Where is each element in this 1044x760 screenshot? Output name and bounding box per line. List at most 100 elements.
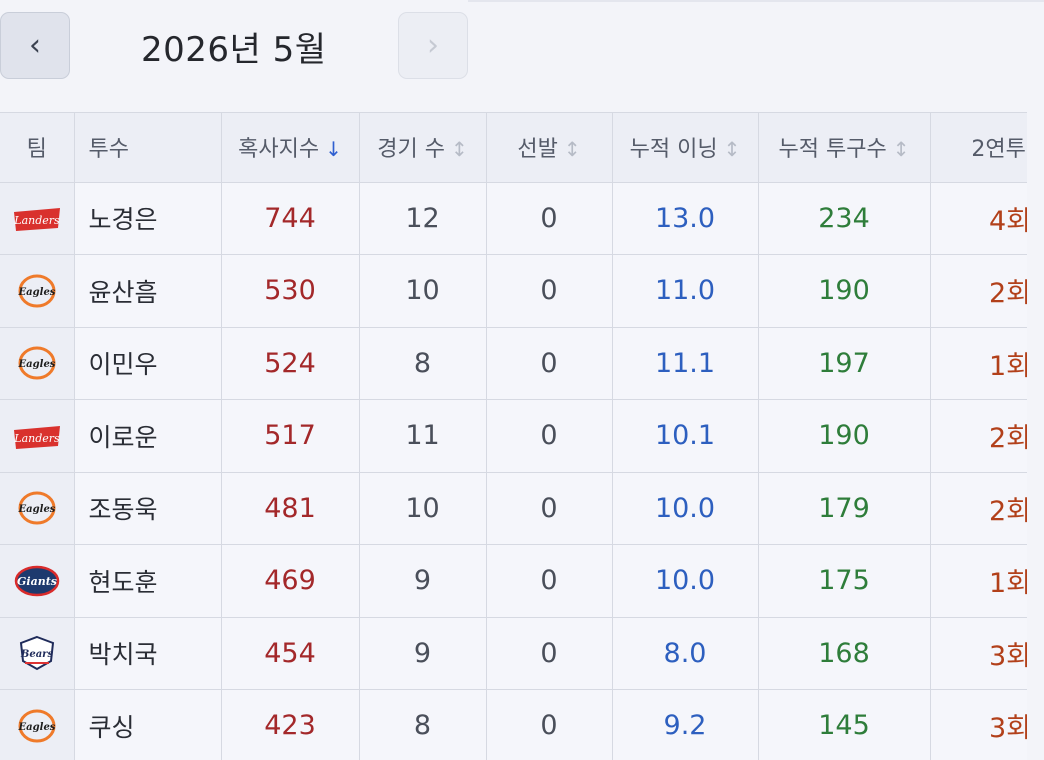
table-row[interactable]: Eagles이민우5248011.11971회 [0, 327, 1027, 400]
sort-icon: ↕ [564, 137, 581, 161]
pitcher-usage-table: 팀 투수 혹사지수↓ 경기 수↕ 선발↕ 누적 이닝↕ 누적 투구수↕ 2연투↕… [0, 113, 1027, 760]
table-header-row: 팀 투수 혹사지수↓ 경기 수↕ 선발↕ 누적 이닝↕ 누적 투구수↕ 2연투↕ [0, 113, 1027, 182]
overuse-index: 454 [221, 617, 359, 690]
innings-total: 10.1 [612, 400, 758, 473]
pitches-total: 168 [758, 617, 930, 690]
column-header-pitcher: 투수 [74, 113, 221, 182]
consecutive-days: 2회 [930, 472, 1027, 545]
pitcher-name[interactable]: 박치국 [74, 617, 221, 690]
team-cell: Eagles [0, 472, 74, 545]
starts-count: 0 [486, 182, 612, 255]
column-header-index[interactable]: 혹사지수↓ [221, 113, 359, 182]
innings-total: 11.0 [612, 255, 758, 328]
svg-text:Bears: Bears [20, 649, 54, 660]
starts-count: 0 [486, 617, 612, 690]
chevron-left-icon: ‹ [29, 28, 41, 63]
prev-month-button[interactable]: ‹ [0, 12, 70, 79]
pitches-total: 190 [758, 400, 930, 473]
table-row[interactable]: Giants현도훈4699010.01751회 [0, 545, 1027, 618]
pitcher-name[interactable]: 쿠싱 [74, 690, 221, 760]
column-header-innings[interactable]: 누적 이닝↕ [612, 113, 758, 182]
chevron-right-icon: › [427, 28, 439, 63]
landers-logo-icon: Landers [11, 204, 63, 234]
starts-count: 0 [486, 545, 612, 618]
table-row[interactable]: Landers이로운51711010.11902회 [0, 400, 1027, 473]
svg-text:Landers: Landers [13, 432, 60, 445]
sort-icon: ↕ [893, 137, 910, 161]
games-count: 8 [359, 327, 486, 400]
column-header-team: 팀 [0, 113, 74, 182]
sort-icon: ↕ [451, 137, 468, 161]
team-cell: Eagles [0, 690, 74, 760]
team-cell: Eagles [0, 255, 74, 328]
consecutive-days: 4회 [930, 182, 1027, 255]
month-navigation: ‹ 2026년 5월 › [0, 0, 1044, 100]
eagles-logo-icon: Eagles [17, 274, 57, 308]
landers-logo-icon: Landers [11, 422, 63, 452]
overuse-index: 481 [221, 472, 359, 545]
games-count: 11 [359, 400, 486, 473]
team-cell: Landers [0, 182, 74, 255]
divider [468, 0, 1044, 2]
pitcher-name[interactable]: 이민우 [74, 327, 221, 400]
pitches-total: 190 [758, 255, 930, 328]
sort-desc-icon: ↓ [325, 137, 342, 161]
overuse-index: 469 [221, 545, 359, 618]
innings-total: 9.2 [612, 690, 758, 760]
eagles-logo-icon: Eagles [17, 491, 57, 525]
column-header-pitches[interactable]: 누적 투구수↕ [758, 113, 930, 182]
team-cell: Eagles [0, 327, 74, 400]
svg-text:Giants: Giants [17, 575, 57, 588]
innings-total: 10.0 [612, 472, 758, 545]
month-title: 2026년 5월 [141, 22, 327, 71]
table-row[interactable]: Eagles조동욱48110010.01792회 [0, 472, 1027, 545]
column-header-games[interactable]: 경기 수↕ [359, 113, 486, 182]
consecutive-days: 3회 [930, 617, 1027, 690]
overuse-index: 524 [221, 327, 359, 400]
games-count: 12 [359, 182, 486, 255]
svg-text:Eagles: Eagles [17, 359, 55, 370]
overuse-index: 744 [221, 182, 359, 255]
overuse-index: 517 [221, 400, 359, 473]
innings-total: 11.1 [612, 327, 758, 400]
consecutive-days: 2회 [930, 255, 1027, 328]
innings-total: 10.0 [612, 545, 758, 618]
bears-logo-icon: Bears [17, 635, 57, 671]
pitches-total: 234 [758, 182, 930, 255]
table-row[interactable]: Landers 노경은74412013.02344회 [0, 182, 1027, 255]
table-row[interactable]: Eagles쿠싱423809.21453회 [0, 690, 1027, 760]
team-cell: Bears [0, 617, 74, 690]
giants-logo-icon: Giants [14, 564, 60, 598]
overuse-index: 423 [221, 690, 359, 760]
innings-total: 8.0 [612, 617, 758, 690]
table-row[interactable]: Eagles윤산흠53010011.01902회 [0, 255, 1027, 328]
consecutive-days: 1회 [930, 545, 1027, 618]
consecutive-days: 1회 [930, 327, 1027, 400]
innings-total: 13.0 [612, 182, 758, 255]
pitches-total: 175 [758, 545, 930, 618]
svg-text:Landers: Landers [13, 214, 60, 227]
team-cell: Giants [0, 545, 74, 618]
overuse-index: 530 [221, 255, 359, 328]
consecutive-days: 2회 [930, 400, 1027, 473]
pitcher-table-container[interactable]: 팀 투수 혹사지수↓ 경기 수↕ 선발↕ 누적 이닝↕ 누적 투구수↕ 2연투↕… [0, 112, 1027, 760]
starts-count: 0 [486, 255, 612, 328]
pitcher-name[interactable]: 조동욱 [74, 472, 221, 545]
svg-text:Eagles: Eagles [17, 287, 55, 298]
pitcher-name[interactable]: 이로운 [74, 400, 221, 473]
pitcher-name[interactable]: 현도훈 [74, 545, 221, 618]
games-count: 10 [359, 472, 486, 545]
pitches-total: 197 [758, 327, 930, 400]
games-count: 8 [359, 690, 486, 760]
next-month-button[interactable]: › [398, 12, 468, 79]
table-row[interactable]: Bears 박치국454908.01683회 [0, 617, 1027, 690]
pitcher-name[interactable]: 윤산흠 [74, 255, 221, 328]
svg-text:Eagles: Eagles [17, 504, 55, 515]
games-count: 9 [359, 617, 486, 690]
svg-text:Eagles: Eagles [17, 722, 55, 733]
column-header-starts[interactable]: 선발↕ [486, 113, 612, 182]
starts-count: 0 [486, 690, 612, 760]
pitcher-name[interactable]: 노경은 [74, 182, 221, 255]
pitches-total: 179 [758, 472, 930, 545]
column-header-consecutive[interactable]: 2연투↕ [930, 113, 1027, 182]
